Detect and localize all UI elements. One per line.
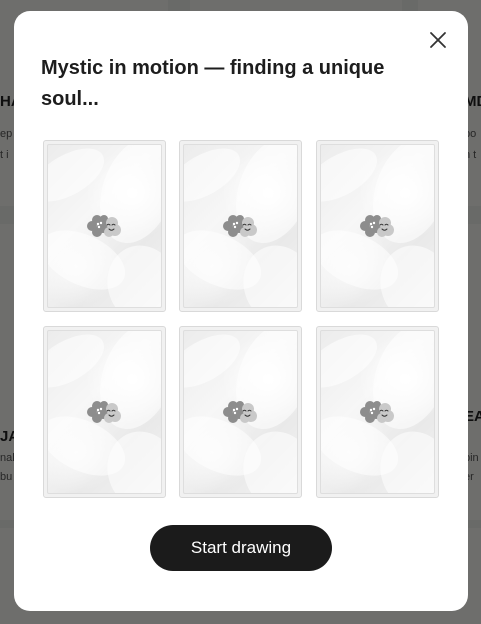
mascot-loading-icon	[358, 211, 398, 241]
card-placeholder	[47, 144, 162, 308]
close-button[interactable]	[428, 30, 448, 50]
card-placeholder	[320, 144, 435, 308]
card-slot[interactable]	[179, 326, 302, 498]
mascot-loading-icon	[221, 397, 261, 427]
card-slot[interactable]	[316, 140, 439, 312]
modal-title: Mystic in motion — finding a unique soul…	[41, 57, 385, 110]
mascot-loading-icon	[85, 211, 125, 241]
mascot-loading-icon	[85, 397, 125, 427]
start-drawing-button[interactable]: Start drawing	[150, 525, 332, 571]
draw-modal: Mystic in motion — finding a unique soul…	[14, 11, 468, 611]
card-placeholder	[320, 330, 435, 494]
card-placeholder	[183, 144, 298, 308]
mascot-loading-icon	[358, 397, 398, 427]
card-placeholder	[47, 330, 162, 494]
card-slot[interactable]	[43, 326, 166, 498]
mascot-loading-icon	[221, 211, 261, 241]
card-slot[interactable]	[316, 326, 439, 498]
card-grid	[43, 140, 439, 498]
card-slot[interactable]	[43, 140, 166, 312]
card-slot[interactable]	[179, 140, 302, 312]
close-icon	[430, 32, 446, 48]
card-placeholder	[183, 330, 298, 494]
